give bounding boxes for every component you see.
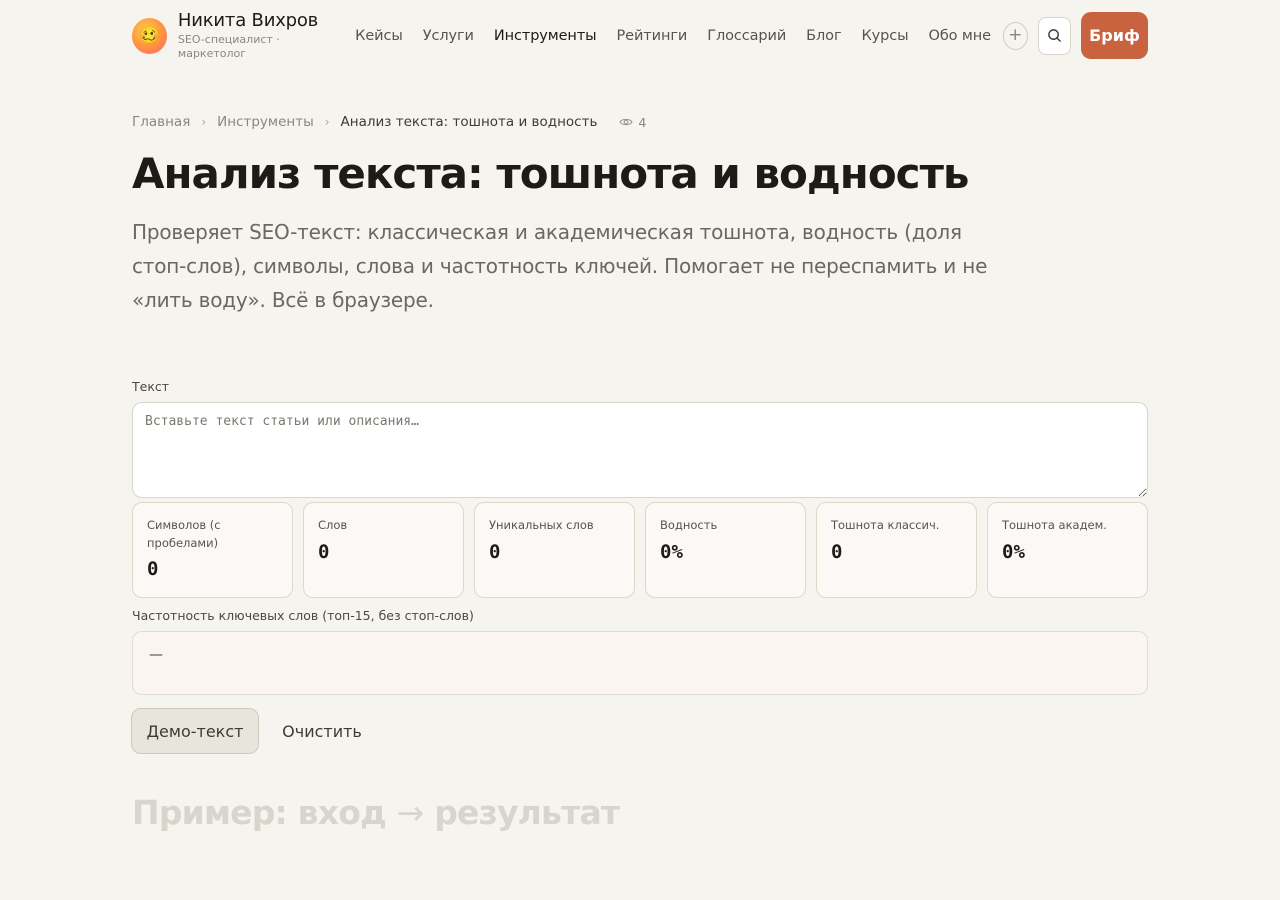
example-section-title: Пример: вход → результат	[132, 793, 620, 832]
stat-label: Уникальных слов	[489, 518, 594, 532]
stat-label: Слов	[318, 518, 348, 532]
site-header: 🥴 Никита Вихров SEO-специалист · маркето…	[132, 10, 1148, 61]
avatar: 🥴	[132, 17, 167, 54]
stat-card-chars: Символов (с пробелами) 0	[132, 502, 293, 598]
demo-text-button[interactable]: Демо-текст	[131, 708, 259, 754]
stat-label: Символов (с пробелами)	[147, 518, 221, 550]
text-input[interactable]	[132, 402, 1148, 498]
page-description: Проверяет SEO-текст: классическая и акад…	[132, 220, 988, 312]
stats-grid: Символов (с пробелами) 0 Слов 0 Уникальн…	[132, 502, 1148, 598]
stat-value: 0	[489, 541, 501, 563]
page-title: Анализ текста: тошнота и водность	[132, 149, 969, 198]
arrow-icon: →	[396, 793, 425, 832]
eye-icon	[619, 118, 634, 126]
text-field-label: Текст	[132, 379, 170, 394]
breadcrumb-home[interactable]: Главная	[132, 114, 190, 130]
breadcrumb-current: Анализ текста: тошнота и водность	[340, 114, 598, 130]
brief-button[interactable]: Бриф	[1080, 12, 1148, 59]
example-title-right: результат	[434, 793, 620, 832]
stat-card-unique-words: Уникальных слов 0	[474, 502, 635, 598]
brand-subtitle: SEO-специалист · маркетолог	[177, 33, 280, 60]
brand-link[interactable]: 🥴 Никита Вихров SEO-специалист · маркето…	[132, 10, 346, 61]
nav-item-courses[interactable]: Курсы	[861, 28, 908, 44]
stat-label: Водность	[660, 518, 718, 532]
nav-item-about[interactable]: Обо мне	[929, 28, 992, 44]
nav-item-blog[interactable]: Блог	[806, 28, 841, 44]
search-button[interactable]	[1037, 16, 1071, 55]
breadcrumb-separator: ›	[201, 115, 207, 129]
plus-icon: +	[1008, 25, 1023, 45]
more-nav-button[interactable]: +	[1002, 21, 1028, 50]
breadcrumb: Главная › Инструменты › Анализ текста: т…	[132, 112, 646, 132]
clear-button[interactable]: Очистить	[272, 708, 372, 754]
nav-item-services[interactable]: Услуги	[423, 28, 474, 44]
search-icon	[1047, 29, 1061, 42]
avatar-emoji: 🥴	[138, 24, 161, 46]
stat-value: 0%	[1002, 541, 1025, 563]
keyword-frequency-value: —	[149, 647, 163, 663]
stat-card-words: Слов 0	[303, 502, 464, 598]
nav-item-glossary[interactable]: Глоссарий	[707, 28, 786, 44]
stat-value: 0	[831, 541, 843, 563]
stat-card-wateriness: Водность 0%	[645, 502, 806, 598]
stat-label: Тошнота академ.	[1002, 518, 1107, 532]
breadcrumb-tools[interactable]: Инструменты	[217, 114, 314, 130]
stat-value: 0	[318, 541, 330, 563]
breadcrumb-separator: ›	[324, 115, 330, 129]
stat-value: 0%	[660, 541, 683, 563]
views-counter: 4	[619, 115, 646, 130]
stat-value: 0	[147, 558, 159, 580]
stat-card-nausea-classic: Тошнота классич. 0	[816, 502, 977, 598]
example-title-left: Пример: вход	[132, 793, 387, 832]
nav-item-cases[interactable]: Кейсы	[355, 28, 403, 44]
nav-item-ratings[interactable]: Рейтинги	[617, 28, 688, 44]
brand-name: Никита Вихров	[177, 10, 319, 31]
brand-text: Никита Вихров SEO-специалист · маркетоло…	[178, 10, 346, 61]
keyword-frequency-output: —	[132, 631, 1148, 695]
keyword-frequency-label: Частотность ключевых слов (топ-15, без с…	[132, 608, 474, 623]
stat-label: Тошнота классич.	[831, 518, 940, 532]
nav-item-tools[interactable]: Инструменты	[494, 28, 597, 44]
stat-card-nausea-academic: Тошнота академ. 0%	[987, 502, 1148, 598]
views-count: 4	[638, 114, 647, 130]
main-nav: Кейсы Услуги Инструменты Рейтинги Глосса…	[355, 28, 991, 44]
